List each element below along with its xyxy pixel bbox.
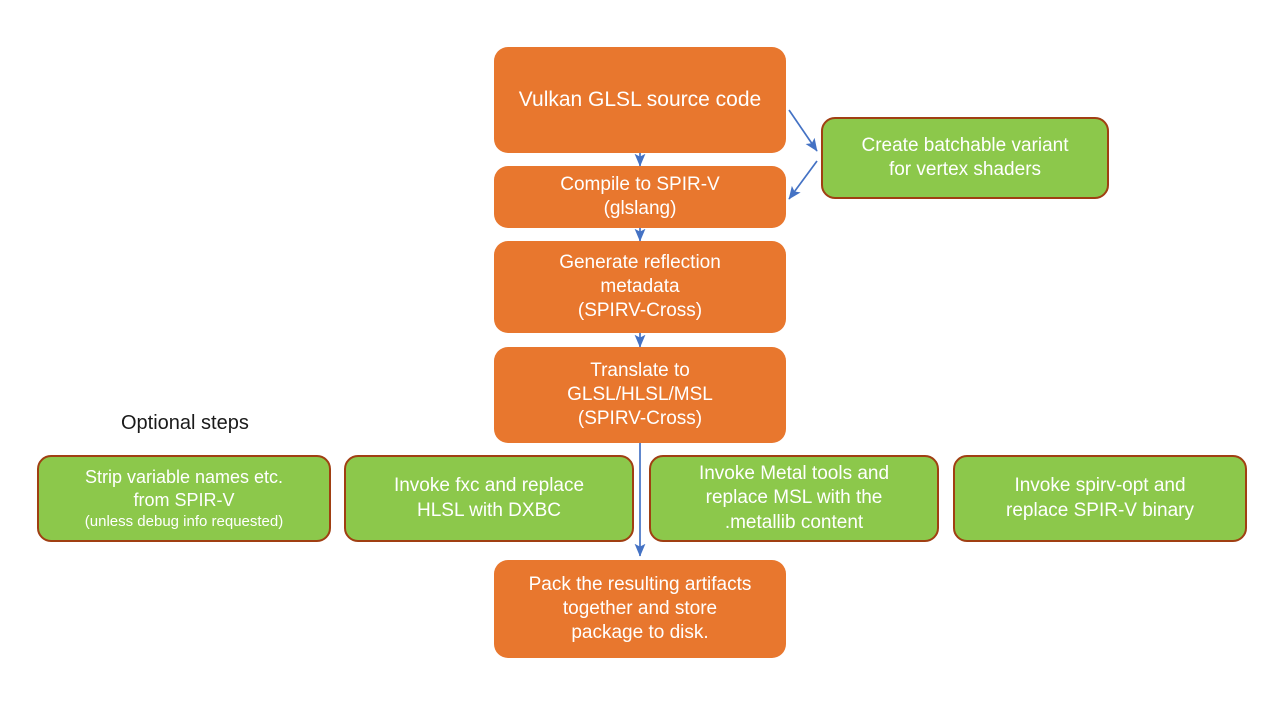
node-vulkan-glsl-source-code[interactable]: Vulkan GLSL source code — [494, 47, 786, 153]
node-line: Vulkan GLSL source code — [518, 87, 762, 111]
arrow-batchable-to-compile — [788, 160, 818, 200]
node-line: HLSL with DXBC — [417, 499, 561, 521]
node-line: (SPIRV-Cross) — [577, 300, 703, 322]
node-line: (unless debug info requested) — [84, 512, 284, 530]
flowchart-diagram: Vulkan GLSL source code Compile to SPIR-… — [0, 0, 1280, 720]
node-generate-reflection-metadata[interactable]: Generate reflection metadata (SPIRV-Cros… — [494, 241, 786, 333]
node-invoke-metal-tools[interactable]: Invoke Metal tools and replace MSL with … — [649, 455, 939, 542]
node-line: Invoke spirv-opt and — [1014, 475, 1186, 497]
node-line: Create batchable variant — [861, 134, 1069, 156]
node-pack-resulting-artifacts[interactable]: Pack the resulting artifacts together an… — [494, 560, 786, 658]
node-translate-to-glsl-hlsl-msl[interactable]: Translate to GLSL/HLSL/MSL (SPIRV-Cross) — [494, 347, 786, 443]
node-line: from SPIR-V — [133, 489, 235, 510]
node-line: Generate reflection — [559, 251, 721, 273]
node-compile-to-spirv[interactable]: Compile to SPIR-V (glslang) — [494, 166, 786, 228]
node-line: (glslang) — [603, 198, 677, 219]
node-line: replace MSL with the — [705, 487, 883, 509]
node-line: package to disk. — [571, 622, 709, 644]
node-line: Invoke fxc and replace — [393, 475, 585, 497]
node-line: (SPIRV-Cross) — [577, 408, 703, 430]
node-line: Strip variable names etc. — [84, 466, 284, 487]
optional-steps-label: Optional steps — [121, 412, 249, 434]
node-create-batchable-variant[interactable]: Create batchable variant for vertex shad… — [821, 117, 1109, 199]
node-line: metadata — [600, 275, 680, 297]
node-line: replace SPIR-V binary — [1006, 499, 1194, 521]
node-strip-variable-names[interactable]: Strip variable names etc. from SPIR-V (u… — [37, 455, 331, 542]
node-line: .metallib content — [724, 511, 864, 533]
node-line: Pack the resulting artifacts — [528, 573, 752, 595]
node-invoke-spirv-opt[interactable]: Invoke spirv-opt and replace SPIR-V bina… — [953, 455, 1247, 542]
node-line: Translate to — [590, 359, 690, 381]
node-invoke-fxc-replace-hlsl[interactable]: Invoke fxc and replace HLSL with DXBC — [344, 455, 634, 542]
node-line: GLSL/HLSL/MSL — [567, 383, 713, 405]
node-line: for vertex shaders — [888, 159, 1042, 180]
node-line: together and store — [562, 597, 718, 619]
node-line: Compile to SPIR-V — [560, 173, 720, 195]
arrow-source-to-batchable — [788, 109, 818, 152]
node-line: Invoke Metal tools and — [698, 463, 890, 485]
